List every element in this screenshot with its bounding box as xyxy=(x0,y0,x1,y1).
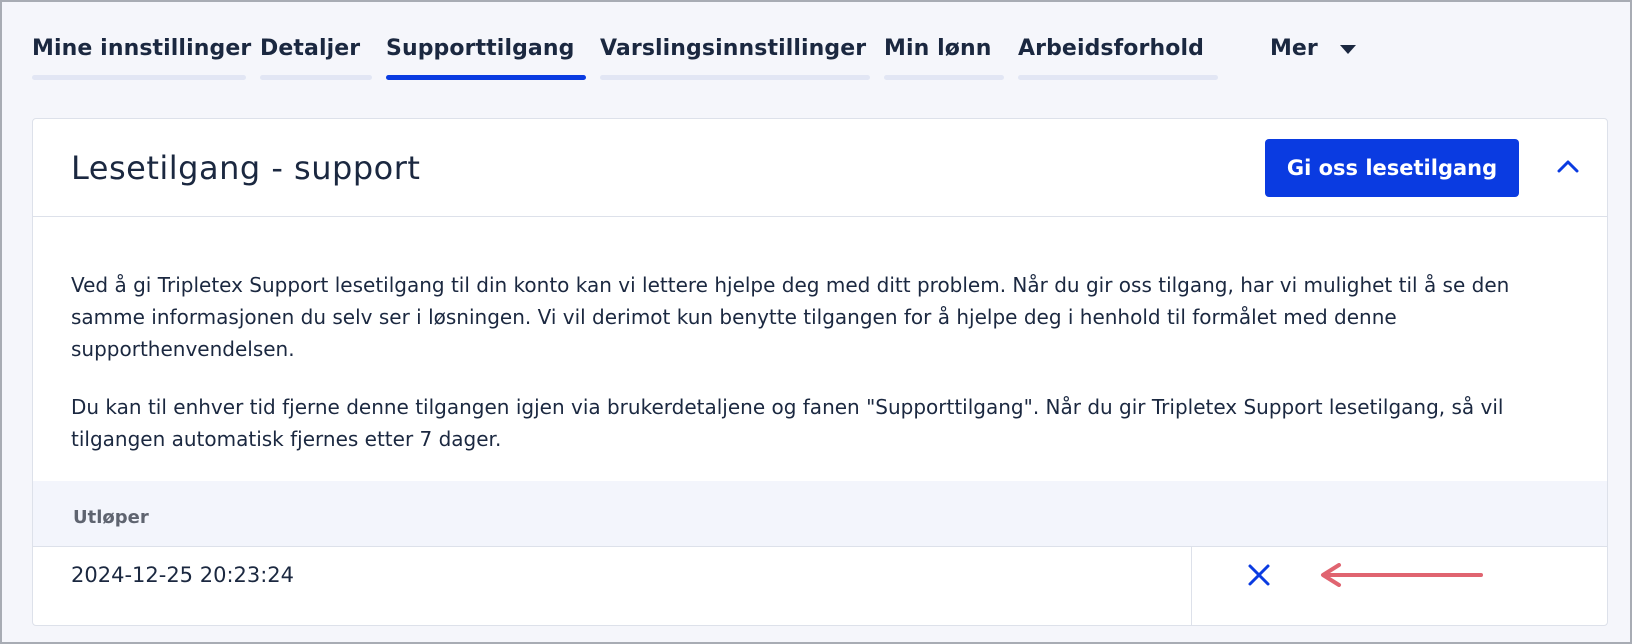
table-row: 2024-12-25 20:23:24 xyxy=(33,547,1607,625)
close-icon[interactable] xyxy=(1243,559,1275,591)
caret-down-icon xyxy=(1339,45,1356,54)
tab-arbeidsforhold[interactable]: Arbeidsforhold xyxy=(1018,32,1218,80)
tab-min-lonn[interactable]: Min lønn xyxy=(884,32,1004,80)
tab-detaljer[interactable]: Detaljer xyxy=(260,32,372,80)
support-access-card: Lesetilgang - support Gi oss lesetilgang… xyxy=(32,118,1608,626)
description-paragraph: Ved å gi Tripletex Support lesetilgang t… xyxy=(71,273,1510,361)
tab-bar: Mine innstillinger Detaljer Supporttilga… xyxy=(32,32,1218,80)
page-frame: Mine innstillinger Detaljer Supporttilga… xyxy=(0,0,1632,644)
tab-varslingsinnstillinger[interactable]: Varslingsinnstillinger xyxy=(600,32,870,80)
table-header: Utløper xyxy=(33,481,1607,547)
grant-read-access-button[interactable]: Gi oss lesetilgang xyxy=(1265,139,1519,197)
tab-mine-innstillinger[interactable]: Mine innstillinger xyxy=(32,32,251,80)
annotation-arrow-icon xyxy=(1317,563,1487,591)
chevron-up-icon[interactable] xyxy=(1551,149,1585,183)
card-header: Lesetilgang - support Gi oss lesetilgang xyxy=(33,119,1607,217)
tab-more-label: Mer xyxy=(1270,36,1318,61)
description-paragraph: Du kan til enhver tid fjerne denne tilga… xyxy=(71,395,1504,451)
column-header-expires: Utløper xyxy=(73,507,149,528)
expires-value: 2024-12-25 20:23:24 xyxy=(71,563,295,587)
tab-supporttilgang[interactable]: Supporttilgang xyxy=(386,32,586,80)
card-description: Ved å gi Tripletex Support lesetilgang t… xyxy=(71,269,1531,481)
tab-more-dropdown[interactable]: Mer xyxy=(1270,36,1356,61)
cell-divider xyxy=(1191,547,1192,625)
card-title: Lesetilgang - support xyxy=(71,149,421,187)
